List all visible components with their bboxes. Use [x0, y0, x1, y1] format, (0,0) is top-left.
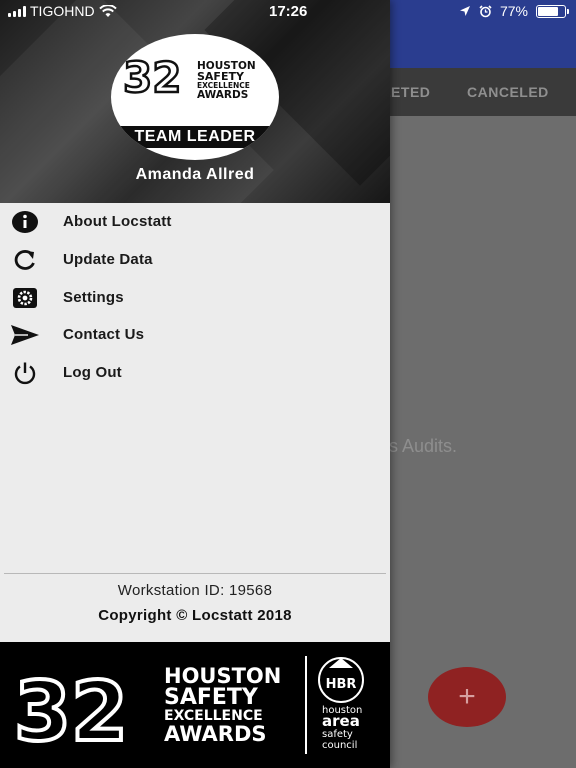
logo-number: 32 — [123, 53, 181, 102]
menu-item-update-data[interactable]: Update Data — [0, 241, 390, 278]
signal-icon — [8, 5, 26, 17]
info-icon — [10, 207, 40, 237]
tab-canceled[interactable]: CANCELED — [467, 84, 549, 100]
footer-org-line-4: council — [322, 740, 357, 751]
drawer-header: 32 HOUSTON SAFETY EXCELLENCE AWARDS TEAM… — [0, 0, 390, 203]
gear-icon — [10, 283, 40, 313]
menu-item-log-out[interactable]: Log Out — [0, 354, 390, 391]
user-name: Amanda Allred — [135, 166, 255, 183]
divider — [4, 573, 386, 574]
clock: 17:26 — [269, 3, 308, 20]
menu-label-contact-us: Contact Us — [63, 326, 145, 343]
footer-logo-line-3: EXCELLENCE — [164, 708, 263, 724]
footer-org-line-3: safety — [322, 729, 353, 740]
menu-label-log-out: Log Out — [63, 364, 122, 381]
footer-logo-number: 32 — [14, 665, 128, 760]
footer-logo-line-4: AWARDS — [164, 722, 267, 746]
alarm-icon — [479, 4, 492, 17]
profile-logo[interactable]: 32 HOUSTON SAFETY EXCELLENCE AWARDS TEAM… — [111, 34, 279, 160]
menu-item-settings[interactable]: Settings — [0, 279, 390, 316]
footer-seal-text: HBR — [326, 677, 357, 692]
send-icon — [10, 320, 40, 350]
status-bar: TIGOHND 17:26 77% — [0, 0, 576, 24]
power-icon — [10, 358, 40, 388]
wifi-icon — [98, 4, 117, 17]
menu-label-update-data: Update Data — [63, 251, 153, 268]
footer-org-line-2: area — [322, 712, 360, 730]
menu-label-about: About Locstatt — [63, 213, 172, 230]
battery-percent: 77% — [499, 3, 528, 19]
footer-banner: 32 HBR houston area safety council HOUST… — [0, 642, 390, 768]
footer-logo-line-1: HOUSTON — [164, 664, 282, 688]
menu-label-settings: Settings — [63, 289, 124, 306]
team-leader-badge: TEAM LEADER — [134, 128, 256, 145]
add-button[interactable]: + — [428, 667, 506, 727]
copyright-text: Copyright © Locstatt 2018 — [98, 607, 292, 624]
logo-line-4: AWARDS — [197, 89, 248, 101]
location-arrow-icon — [459, 6, 470, 16]
footer-logo-line-2: SAFETY — [164, 685, 258, 710]
menu-item-contact-us[interactable]: Contact Us — [0, 316, 390, 353]
menu-item-about[interactable]: About Locstatt — [0, 203, 390, 240]
workstation-id: Workstation ID: 19568 — [117, 582, 273, 599]
battery-icon — [536, 4, 569, 18]
navigation-drawer: 32 HOUSTON SAFETY EXCELLENCE AWARDS TEAM… — [0, 0, 390, 768]
carrier-name: TIGOHND — [30, 3, 95, 19]
refresh-icon — [10, 245, 40, 275]
plus-icon: + — [458, 680, 476, 713]
